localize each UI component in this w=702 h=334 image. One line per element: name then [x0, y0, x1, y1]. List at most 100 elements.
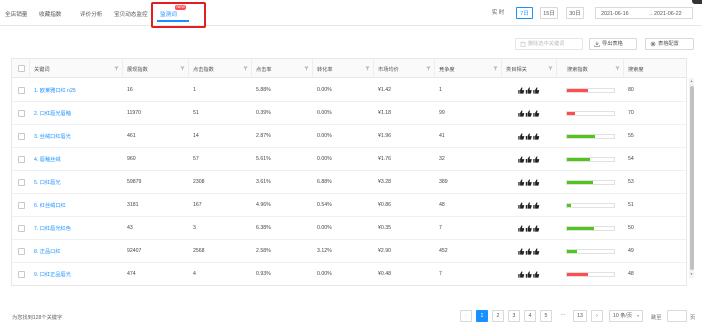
- filter-icon[interactable]: [548, 66, 553, 71]
- filter-icon[interactable]: [493, 66, 498, 71]
- filter-icon[interactable]: [304, 66, 309, 71]
- column-header-relevance: 类目相关: [506, 66, 527, 73]
- select-all-checkbox[interactable]: [18, 65, 25, 72]
- row-checkbox[interactable]: [18, 133, 25, 140]
- page-ellipsis[interactable]: ···: [556, 310, 570, 322]
- scroll-down-arrow-icon[interactable]: ▼: [690, 272, 693, 276]
- row-checkbox[interactable]: [18, 202, 25, 209]
- cell-keyword[interactable]: 9. 口红正品唇光: [34, 271, 71, 278]
- cell-avg-price: ¥1.18: [378, 110, 391, 116]
- tab-item-monitor[interactable]: 宝贝动态监控: [114, 10, 148, 18]
- table-row: 4. 唇釉丝绒 960 57 5.61% 0.00% ¥1.76 32 54: [12, 148, 686, 171]
- filter-icon[interactable]: [180, 66, 185, 71]
- column-divider: [434, 59, 435, 78]
- row-checkbox[interactable]: [18, 271, 25, 278]
- period-15d[interactable]: 15日: [540, 7, 558, 19]
- scroll-up-arrow-icon[interactable]: ▲: [690, 79, 693, 83]
- table-row: 8. 正品口红 92407 2568 2.58% 3.12% ¥2.90 452 49: [12, 240, 686, 263]
- cell-avg-price: ¥1.42: [378, 87, 391, 93]
- cell-keyword[interactable]: 3. 丝绒口红唇光: [34, 133, 71, 140]
- date-range-picker[interactable]: 2021-06-16 → 2021-06-22: [595, 7, 693, 19]
- period-7d[interactable]: 7日: [516, 7, 533, 19]
- cell-keyword[interactable]: 6. 红丝绒口红: [34, 202, 66, 209]
- search-index-bar-fill: [567, 249, 578, 253]
- cell-cvr: 0.00%: [317, 110, 332, 116]
- column-header-keyword: 关键词: [34, 66, 50, 73]
- result-summary: 为您找到128个关键字: [12, 315, 63, 321]
- column-divider: [29, 59, 30, 78]
- column-header-click-index: 点击指数: [193, 66, 214, 73]
- page-2-button[interactable]: 2: [492, 310, 504, 322]
- table-scrollbar[interactable]: ▲ ▼: [689, 78, 694, 278]
- gear-icon: [650, 41, 656, 47]
- search-index-bar-fill: [567, 226, 595, 230]
- thumbs-up-icon: [518, 155, 540, 163]
- column-header-show-index: 展现指数: [127, 66, 148, 73]
- tab-review-analysis[interactable]: 评价分析: [80, 10, 102, 18]
- filter-icon[interactable]: [114, 66, 119, 71]
- cell-search-score: 51: [628, 202, 634, 208]
- cell-ctr: 5.88%: [256, 87, 271, 93]
- row-checkbox[interactable]: [18, 156, 25, 163]
- thumbs-up-icon: [518, 178, 540, 186]
- cell-avg-price: ¥0.86: [378, 202, 391, 208]
- search-index-bar-fill: [567, 134, 596, 138]
- highlight-annotation-box: [151, 2, 206, 28]
- cell-cvr: 0.00%: [317, 271, 332, 277]
- row-checkbox[interactable]: [18, 225, 25, 232]
- page-4-button[interactable]: 4: [524, 310, 536, 322]
- delete-selected-label: 删除选中关键词: [528, 41, 565, 47]
- cell-show-index: 59879: [127, 179, 142, 185]
- prev-page-button[interactable]: ‹: [460, 310, 472, 322]
- cell-competition: 41: [439, 133, 445, 139]
- cell-click-index: 1: [193, 87, 196, 93]
- cell-competition: 1: [439, 87, 442, 93]
- cell-keyword[interactable]: 7. 口红唇光红色: [34, 225, 71, 232]
- filter-icon[interactable]: [243, 66, 248, 71]
- cell-keyword[interactable]: 5. 口红唇光: [34, 179, 61, 186]
- page-5-button[interactable]: 5: [540, 310, 552, 322]
- jump-page-input[interactable]: [667, 310, 687, 322]
- cell-keyword[interactable]: 2. 口红唇光唇釉: [34, 110, 71, 117]
- cell-cvr: 6.88%: [317, 179, 332, 185]
- next-page-button[interactable]: ›: [591, 310, 603, 322]
- search-index-bar: [566, 179, 615, 185]
- chevron-down-icon: ▾: [636, 313, 639, 318]
- page-13-button[interactable]: 13: [573, 310, 587, 322]
- cell-click-index: 167: [193, 202, 202, 208]
- cell-keyword[interactable]: 4. 唇釉丝绒: [34, 156, 61, 163]
- column-divider: [312, 59, 313, 78]
- filter-icon[interactable]: [426, 66, 431, 71]
- row-checkbox[interactable]: [18, 179, 25, 186]
- cell-search-score: 54: [628, 156, 634, 162]
- row-checkbox[interactable]: [18, 110, 25, 117]
- cell-show-index: 92407: [127, 248, 142, 254]
- row-checkbox[interactable]: [18, 87, 25, 94]
- filter-icon[interactable]: [615, 66, 620, 71]
- filter-icon[interactable]: [365, 66, 370, 71]
- page-3-button[interactable]: 3: [508, 310, 520, 322]
- table-header: 关键词 展现指数 点击指数 点击率 转化率 市场均价 竞争度 类目相关 搜索指数…: [12, 59, 686, 78]
- row-checkbox[interactable]: [18, 248, 25, 255]
- period-30d[interactable]: 30日: [566, 7, 584, 19]
- table-row: 2. 口红唇光唇釉 11970 51 0.39% 0.00% ¥1.18 99 70: [12, 102, 686, 125]
- scrollbar-thumb[interactable]: [689, 86, 694, 270]
- period-realtime[interactable]: 实 时: [487, 7, 509, 19]
- cell-ctr: 4.96%: [256, 202, 271, 208]
- thumbs-up-icon: [518, 270, 540, 278]
- tab-favorites-index[interactable]: 收藏指数: [39, 10, 61, 18]
- tab-store-sales[interactable]: 全店销量: [5, 10, 27, 18]
- export-button[interactable]: 导出表格: [589, 38, 637, 50]
- search-index-bar: [566, 271, 615, 277]
- column-divider: [556, 59, 557, 78]
- cell-keyword[interactable]: 1. 欧莱雅口红 n25: [34, 87, 76, 94]
- table-config-button[interactable]: 表格配置: [645, 38, 694, 50]
- cell-keyword[interactable]: 8. 正品口红: [34, 248, 61, 255]
- trash-icon: [520, 41, 526, 47]
- table-row: 3. 丝绒口红唇光 461 14 2.87% 0.00% ¥1.96 41 55: [12, 125, 686, 148]
- cell-avg-price: ¥1.96: [378, 133, 391, 139]
- page-size-select[interactable]: 10 条/页 ▾: [609, 310, 643, 322]
- column-divider: [251, 59, 252, 78]
- delete-selected-button[interactable]: 删除选中关键词: [515, 38, 583, 50]
- page-1-button[interactable]: 1: [476, 310, 488, 322]
